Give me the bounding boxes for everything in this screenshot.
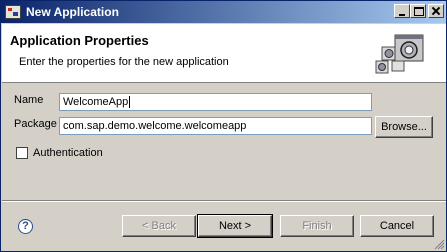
text-caret — [129, 96, 131, 109]
close-button[interactable] — [428, 4, 444, 18]
maximize-button[interactable] — [410, 4, 426, 18]
authentication-checkbox[interactable] — [16, 147, 28, 159]
back-button[interactable]: < Back — [122, 215, 196, 237]
package-field[interactable]: com.sap.demo.welcome.welcomeapp — [59, 117, 372, 135]
resize-grip-icon[interactable] — [434, 239, 445, 250]
browse-button[interactable]: Browse... — [375, 116, 433, 138]
page-description: Enter the properties for the new applica… — [19, 56, 229, 68]
package-value: com.sap.demo.welcome.welcomeapp — [63, 120, 247, 132]
package-label: Package — [14, 118, 57, 130]
next-button[interactable]: Next > — [197, 214, 273, 238]
name-label: Name — [14, 94, 44, 106]
name-field[interactable]: WelcomeApp — [59, 93, 372, 111]
application-icon — [5, 5, 21, 19]
cancel-button[interactable]: Cancel — [360, 215, 434, 237]
help-icon[interactable]: ? — [18, 219, 33, 234]
wizard-header: Application Properties Enter the propert… — [2, 24, 446, 83]
finish-button[interactable]: Finish — [280, 215, 354, 237]
page-title: Application Properties — [10, 33, 149, 48]
minimize-button[interactable] — [394, 4, 410, 18]
authentication-label[interactable]: Authentication — [33, 147, 103, 159]
footer-separator — [2, 200, 446, 202]
new-application-wizard-icon — [375, 34, 424, 74]
name-value: WelcomeApp — [63, 96, 129, 108]
title-bar[interactable]: New Application — [1, 1, 446, 23]
new-application-window: New Application Application Properties E… — [0, 0, 447, 252]
window-title: New Application — [26, 5, 119, 19]
